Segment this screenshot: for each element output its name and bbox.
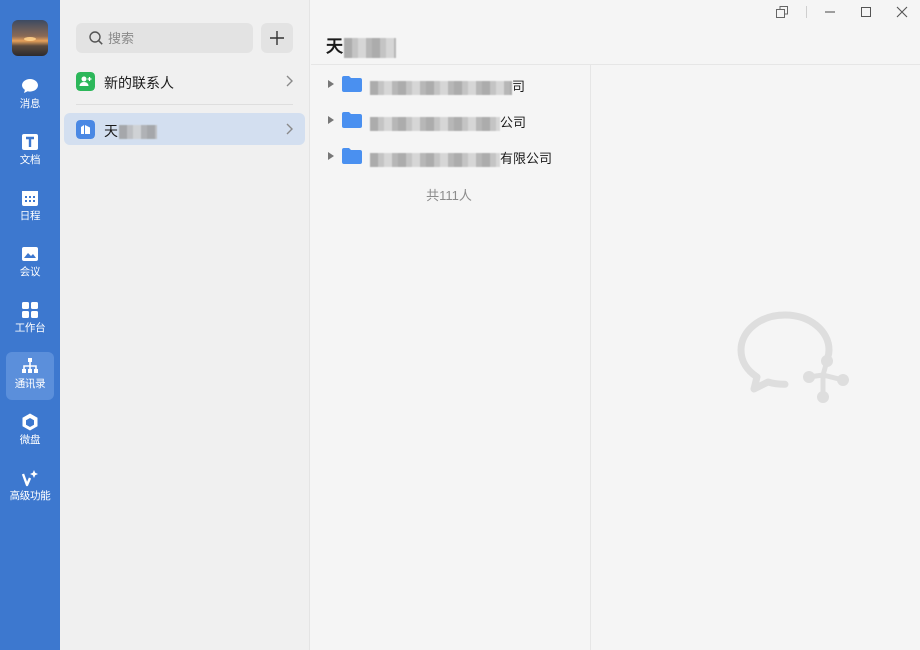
- tree-item-name: 有限公司: [370, 148, 552, 167]
- close-icon[interactable]: [894, 4, 910, 20]
- org-row[interactable]: 天: [64, 113, 305, 145]
- minimize-icon[interactable]: [822, 4, 838, 20]
- redacted-text: [119, 125, 157, 140]
- nav-label: 消息: [19, 98, 41, 110]
- nav-label: 微盘: [19, 434, 41, 446]
- nav-label: 高级功能: [9, 490, 51, 502]
- add-button[interactable]: [261, 23, 293, 53]
- caret-right-icon[interactable]: [327, 152, 334, 160]
- nav-label: 文档: [19, 154, 41, 166]
- org-name: 天: [104, 121, 157, 141]
- organization-icon: [76, 120, 95, 139]
- redacted-text: [344, 37, 396, 58]
- org-chart-icon: [22, 358, 38, 373]
- nav-item-messages[interactable]: 消息: [6, 72, 54, 120]
- divider: [76, 104, 293, 105]
- tree-row[interactable]: 司: [311, 69, 591, 99]
- wecom-logo-icon: [737, 311, 849, 403]
- chevron-right-icon: [286, 123, 293, 135]
- plus-icon: [270, 31, 284, 45]
- chevron-right-icon: [286, 75, 293, 87]
- search-input[interactable]: [108, 23, 248, 53]
- new-contacts-label: 新的联系人: [104, 75, 174, 91]
- sparkle-icon: [21, 470, 38, 487]
- nav-label: 通讯录: [14, 378, 46, 390]
- contact-list-panel: 新的联系人 天: [60, 0, 310, 650]
- nav-item-workbench[interactable]: 工作台: [6, 296, 54, 344]
- redacted-text: [370, 116, 500, 131]
- nav-label: 会议: [19, 266, 41, 278]
- folder-icon: [342, 76, 362, 92]
- tree-row[interactable]: 有限公司: [311, 141, 591, 171]
- calendar-icon: [22, 191, 38, 206]
- redacted-text: [370, 152, 500, 167]
- divider: [806, 6, 807, 18]
- nav-item-drive[interactable]: 微盘: [6, 408, 54, 456]
- chat-bubble-icon: [22, 79, 38, 93]
- search-icon: [89, 31, 103, 45]
- nav-item-meeting[interactable]: 会议: [6, 240, 54, 288]
- nav-item-contacts[interactable]: 通讯录: [6, 352, 54, 400]
- org-tree-panel: 司 公司 有限公司 共111人: [311, 65, 591, 650]
- pin-window-icon[interactable]: [774, 4, 790, 20]
- new-contacts-row[interactable]: 新的联系人: [64, 65, 305, 97]
- tree-item-name: 司: [370, 76, 525, 95]
- folder-icon: [342, 112, 362, 128]
- nav-item-calendar[interactable]: 日程: [6, 184, 54, 232]
- tree-row[interactable]: 公司: [311, 105, 591, 135]
- member-count: 共111人: [426, 188, 472, 203]
- detail-pane: [592, 65, 920, 650]
- maximize-icon[interactable]: [858, 4, 874, 20]
- add-person-icon: [76, 72, 95, 91]
- tree-item-name: 公司: [370, 112, 526, 131]
- nav-rail: 消息 文档 日程 会议 工作台 通讯录 微盘 高级功能: [0, 0, 60, 650]
- meeting-icon: [22, 247, 38, 261]
- redacted-text: [370, 80, 512, 95]
- caret-right-icon[interactable]: [327, 116, 334, 124]
- folder-icon: [342, 148, 362, 164]
- caret-right-icon[interactable]: [327, 80, 334, 88]
- search-box[interactable]: [76, 23, 253, 53]
- avatar[interactable]: [12, 20, 48, 56]
- nav-item-docs[interactable]: 文档: [6, 128, 54, 176]
- page-title: 天: [326, 32, 396, 58]
- drive-icon: [22, 413, 38, 431]
- nav-item-advanced[interactable]: 高级功能: [6, 464, 54, 512]
- workbench-grid-icon: [22, 302, 38, 318]
- nav-label: 工作台: [14, 322, 46, 334]
- nav-label: 日程: [19, 210, 41, 222]
- document-icon: [22, 134, 38, 150]
